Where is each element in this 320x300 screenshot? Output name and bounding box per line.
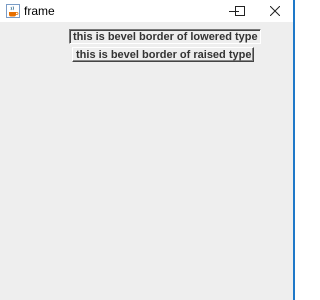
close-button[interactable]	[257, 0, 293, 22]
title-bar[interactable]: frame	[0, 0, 293, 22]
maximize-button[interactable]	[222, 0, 258, 22]
close-icon	[269, 3, 281, 19]
maximize-icon	[235, 3, 245, 19]
lowered-bevel-label: this is bevel border of lowered type	[69, 29, 261, 44]
application-window: frame this is bevel border of lowered ty…	[0, 0, 295, 300]
content-pane: this is bevel border of lowered type thi…	[0, 22, 293, 300]
java-coffee-cup-icon	[6, 4, 20, 18]
raised-bevel-label: this is bevel border of raised type	[72, 47, 255, 62]
window-title: frame	[24, 4, 55, 18]
